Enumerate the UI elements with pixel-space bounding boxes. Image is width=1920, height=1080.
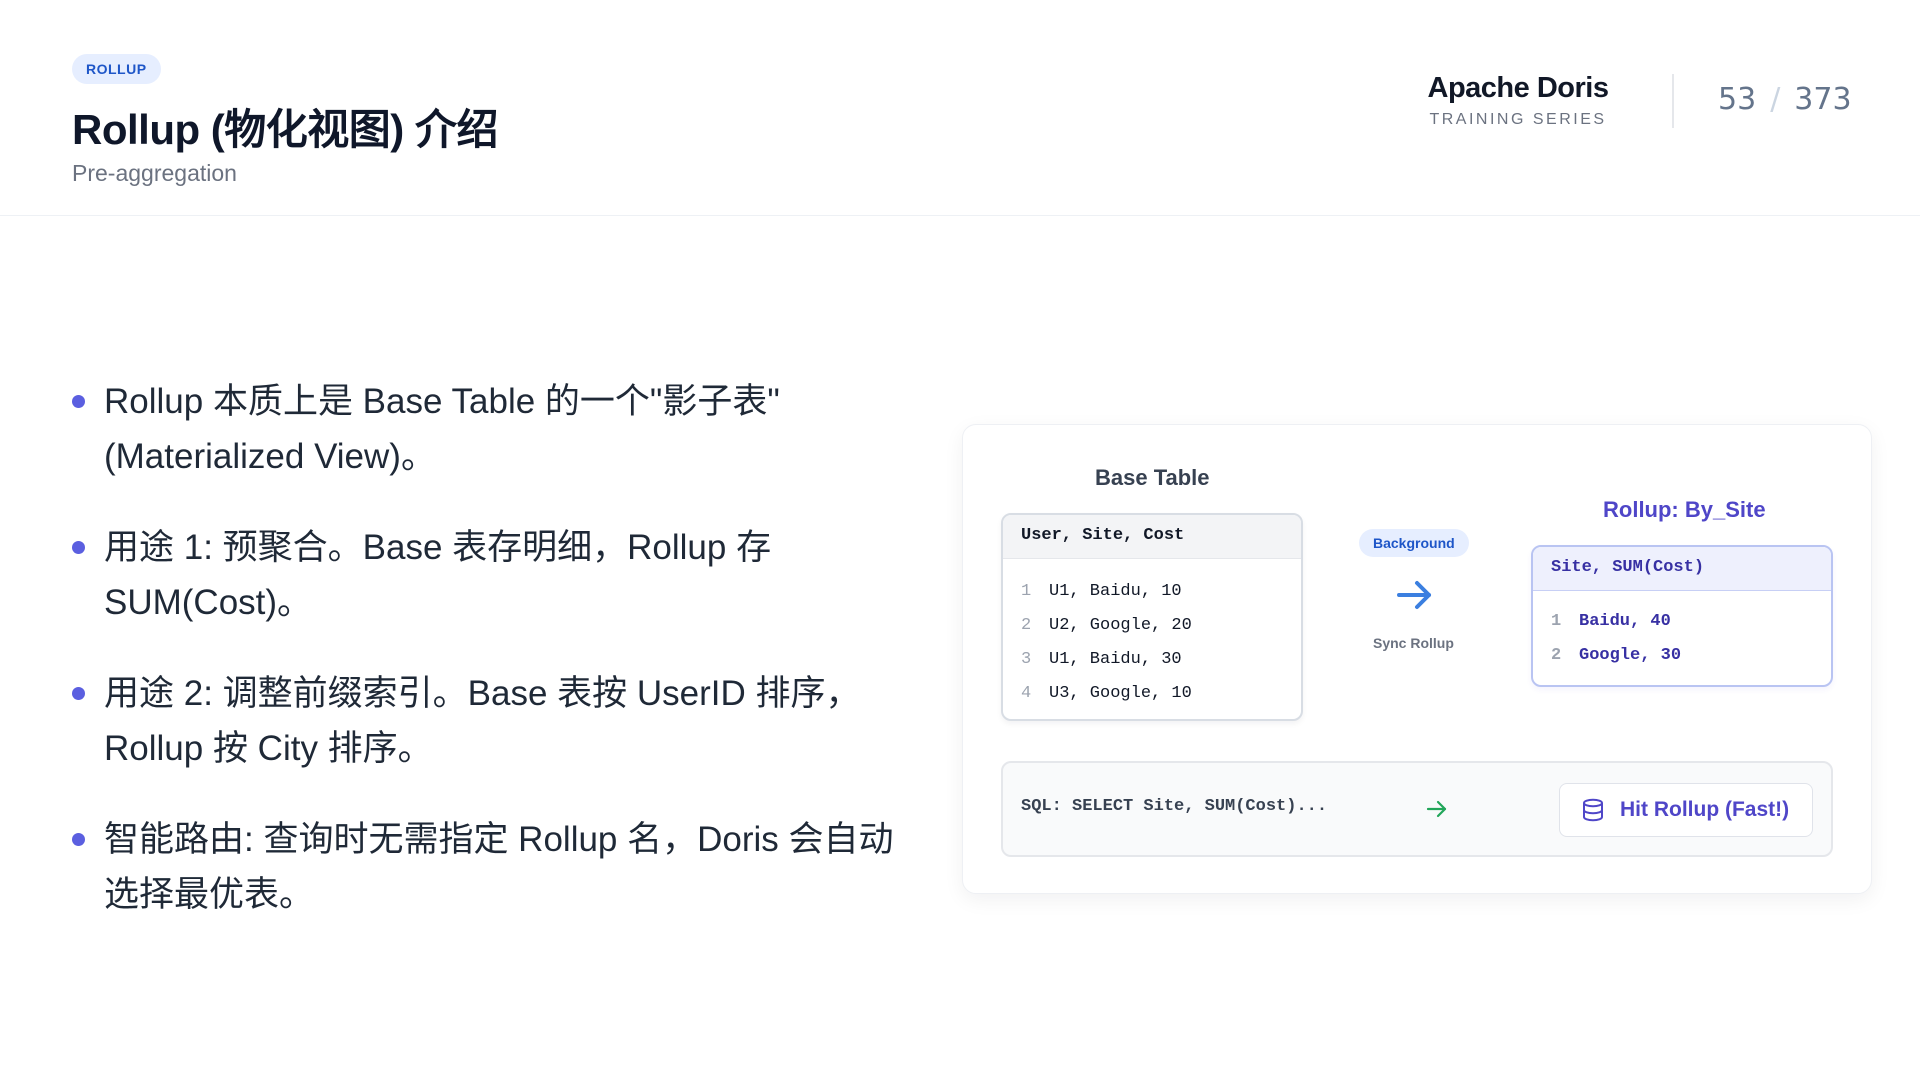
base-table-body: 1 U1, Baidu, 10 2 U2, Google, 20 3 U1, Baid…: [1003, 559, 1301, 711]
row-text: U1, Baidu, 10: [1049, 582, 1182, 601]
header-divider: [1672, 74, 1674, 128]
bullet-item: Rollup 本质上是 Base Table 的一个"影子表" (Materia…: [72, 374, 922, 484]
sql-query-bar: SQL: SELECT Site, SUM(Cost)... Hit Rollu…: [1001, 761, 1833, 857]
bullet-dot-icon: [72, 833, 85, 846]
bullet-item: 智能路由: 查询时无需指定 Rollup 名，Doris 会自动选择最优表。: [72, 812, 922, 922]
page-separator: /: [1770, 82, 1781, 117]
table-row: 4 U3, Google, 10: [1003, 677, 1301, 711]
row-number: 2: [1021, 616, 1032, 635]
base-table-header: User, Site, Cost: [1003, 515, 1301, 559]
page-subtitle: Pre-aggregation: [72, 160, 237, 186]
page-counter: 53 / 373: [1718, 82, 1852, 117]
bullet-dot-icon: [72, 687, 85, 700]
sql-query-text: SQL: SELECT Site, SUM(Cost)...: [1021, 797, 1328, 816]
base-table: User, Site, Cost 1 U1, Baidu, 10 2 U2, Goo…: [1001, 513, 1303, 721]
row-number: 1: [1021, 582, 1032, 601]
hit-rollup-badge: Hit Rollup (Fast!): [1559, 783, 1813, 837]
row-text: U3, Google, 10: [1049, 684, 1192, 703]
brand-block: Apache Doris TRAINING SERIES: [1408, 72, 1628, 129]
table-row: 1 U1, Baidu, 10: [1003, 575, 1301, 609]
rollup-table-label: Rollup: By_Site: [1603, 497, 1766, 522]
row-text: U1, Baidu, 30: [1049, 650, 1182, 669]
brand-name: Apache Doris: [1427, 72, 1609, 104]
background-badge: Background: [1359, 529, 1469, 557]
row-number: 2: [1551, 646, 1562, 665]
row-number: 4: [1021, 684, 1032, 703]
bullet-item: 用途 1: 预聚合。Base 表存明细，Rollup 存 SUM(Cost)。: [72, 520, 922, 630]
table-row: 3 U1, Baidu, 30: [1003, 643, 1301, 677]
brand-subtitle: TRAINING SERIES: [1429, 111, 1607, 128]
rollup-diagram-card: Base Table User, Site, Cost 1 U1, Baidu, …: [962, 424, 1872, 894]
hit-rollup-label: Hit Rollup (Fast!): [1620, 798, 1790, 821]
bullet-text: 用途 1: 预聚合。Base 表存明细，Rollup 存 SUM(Cost)。: [104, 528, 772, 622]
row-text: Baidu, 40: [1579, 612, 1671, 631]
page-current: 53: [1718, 82, 1757, 117]
row-number: 3: [1021, 650, 1032, 669]
bullet-text: Rollup 本质上是 Base Table 的一个"影子表" (Materia…: [104, 382, 780, 476]
rollup-table-header: Site, SUM(Cost): [1533, 547, 1831, 591]
row-text: Google, 30: [1579, 646, 1682, 665]
rollup-table-body: 1 Baidu, 40 2 Google, 30: [1533, 591, 1831, 673]
page-title: Rollup (物化视图) 介绍: [72, 106, 498, 153]
slide-header: ROLLUP Rollup (物化视图) 介绍 Pre-aggregation …: [0, 0, 1920, 216]
section-tag: ROLLUP: [72, 54, 161, 84]
sync-rollup-label: Sync Rollup: [1373, 635, 1454, 651]
arrow-right-icon: [1426, 800, 1447, 818]
bullet-dot-icon: [72, 395, 85, 408]
bullet-text: 智能路由: 查询时无需指定 Rollup 名，Doris 会自动选择最优表。: [104, 820, 894, 914]
arrow-right-icon: [1397, 581, 1431, 609]
database-icon: [1583, 798, 1603, 822]
base-table-label: Base Table: [1095, 465, 1210, 490]
row-number: 1: [1551, 612, 1562, 631]
table-row: 2 Google, 30: [1533, 639, 1831, 673]
table-row: 2 U2, Google, 20: [1003, 609, 1301, 643]
row-text: U2, Google, 20: [1049, 616, 1192, 635]
bullet-text: 用途 2: 调整前缀索引。Base 表按 UserID 排序，Rollup 按 …: [104, 674, 861, 768]
bullet-list: Rollup 本质上是 Base Table 的一个"影子表" (Materia…: [72, 374, 922, 958]
rollup-table: Site, SUM(Cost) 1 Baidu, 40 2 Google, 30: [1531, 545, 1833, 687]
bullet-dot-icon: [72, 541, 85, 554]
table-row: 1 Baidu, 40: [1533, 605, 1831, 639]
page-total: 373: [1794, 82, 1852, 117]
bullet-item: 用途 2: 调整前缀索引。Base 表按 UserID 排序，Rollup 按 …: [72, 666, 922, 776]
